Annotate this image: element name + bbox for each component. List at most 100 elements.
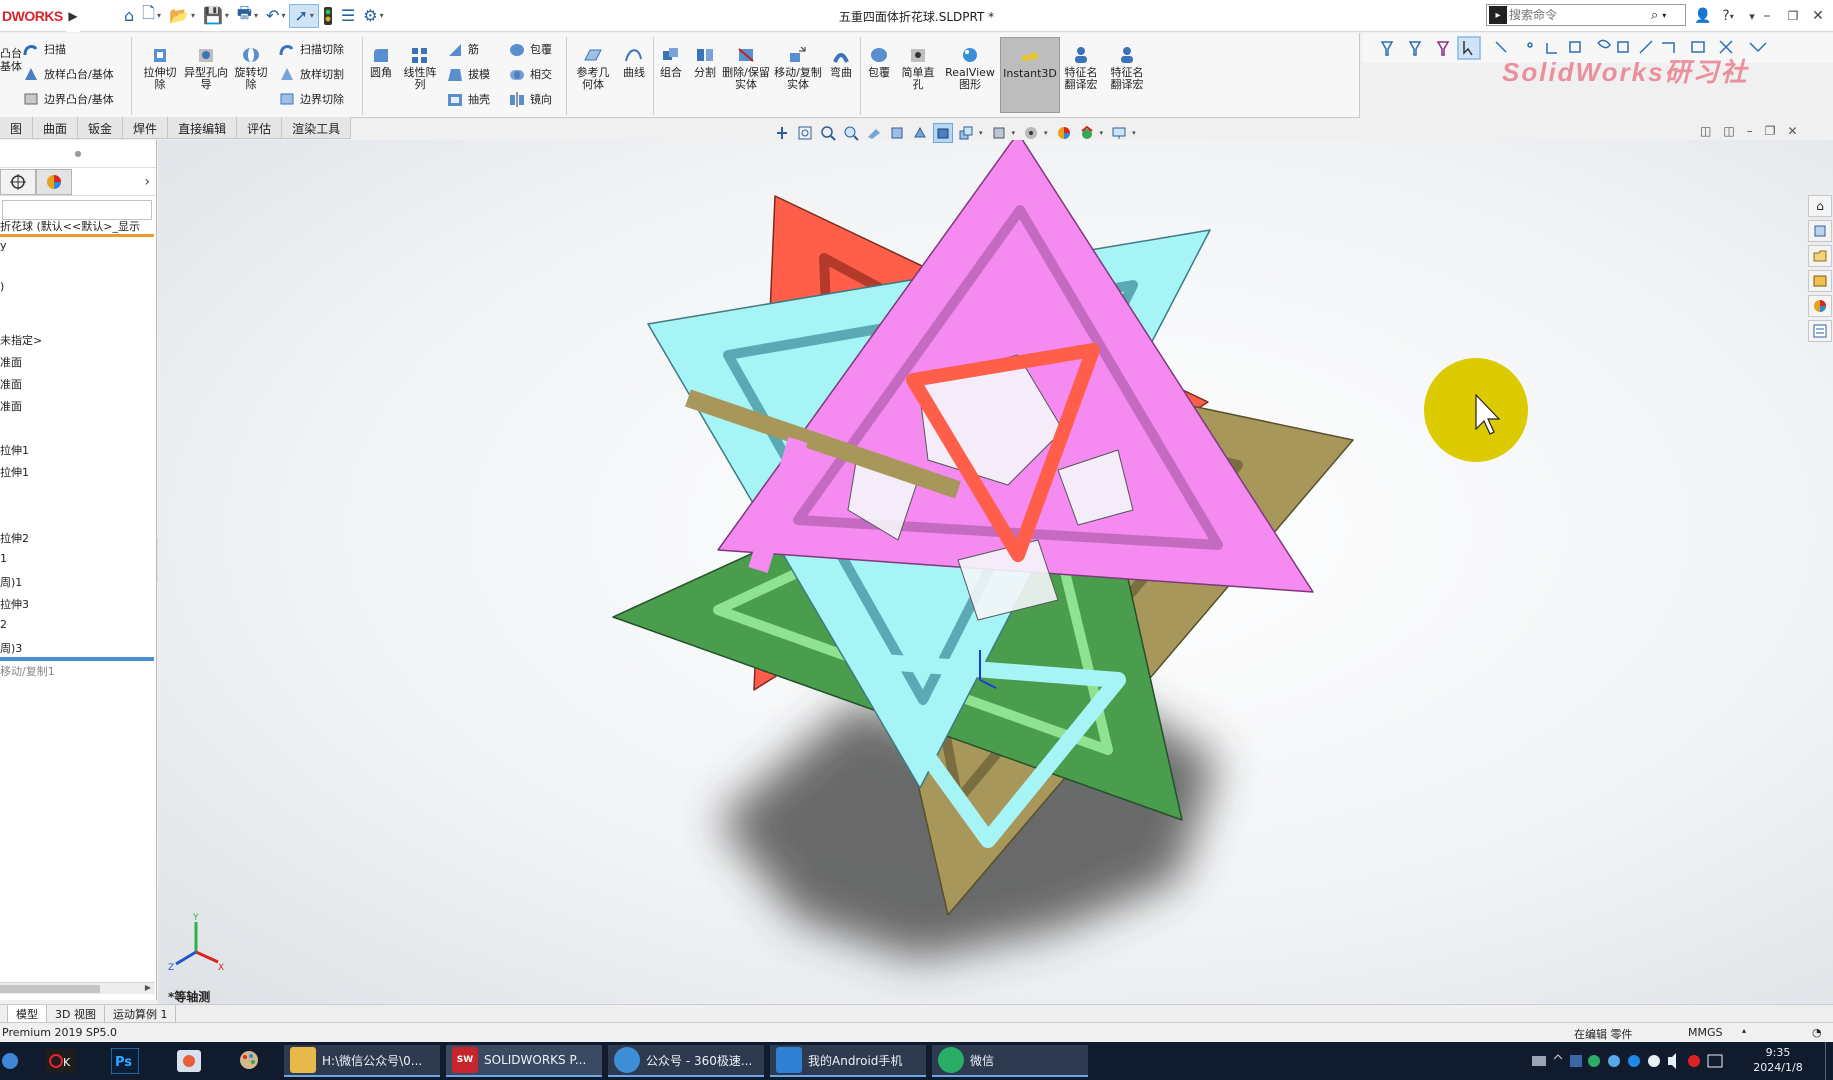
tree-item-feature[interactable]: 周)3	[0, 640, 22, 656]
custom-properties-icon[interactable]	[1808, 320, 1832, 342]
intersect-button[interactable]: 相交	[508, 66, 552, 82]
home-icon[interactable]: ⌂	[1808, 195, 1832, 217]
obs-app-icon[interactable]: K	[44, 1046, 78, 1076]
dropdown-arrow-icon[interactable]: ▾	[1132, 129, 1136, 137]
shaded-with-edges-icon[interactable]	[933, 123, 953, 143]
tree-item-feature[interactable]: 拉伸3	[0, 596, 29, 612]
minimize-button[interactable]: –	[1756, 4, 1778, 28]
system-tray-icons[interactable]	[1528, 1051, 1738, 1071]
tree-item-feature[interactable]: 周)1	[0, 574, 22, 590]
revolved-cut-button[interactable]: 旋转切除	[230, 45, 272, 91]
home-icon[interactable]: ⌂	[120, 4, 138, 28]
extruded-cut-button[interactable]: 拉伸切除	[140, 45, 180, 91]
tree-item[interactable]: )	[0, 280, 4, 293]
sweep-button[interactable]: 扫描	[22, 41, 66, 57]
view-settings-monitor-icon[interactable]	[1109, 123, 1129, 143]
flex-button[interactable]: 弯曲	[826, 45, 856, 79]
tree-filter-input[interactable]	[2, 200, 152, 220]
options-gear-icon[interactable]: ⚙ ▾	[359, 4, 387, 28]
status-options-icon[interactable]: ◔	[1812, 1026, 1822, 1039]
tree-item-feature[interactable]: 2	[0, 618, 7, 631]
display-style-icon[interactable]	[910, 123, 930, 143]
paint-app-icon[interactable]	[234, 1046, 268, 1076]
zoom-to-area-icon[interactable]	[795, 123, 815, 143]
maximize-button[interactable]: ❐	[1782, 4, 1804, 28]
user-account-icon[interactable]: 👤	[1694, 4, 1712, 28]
tab-sheet-metal[interactable]: 钣金	[78, 117, 124, 139]
tree-item-feature[interactable]: 拉伸1	[0, 464, 29, 480]
curves-button[interactable]: 曲线	[618, 45, 650, 79]
dimxpert-tab[interactable]	[0, 168, 36, 195]
tree-item-feature[interactable]: 拉伸1	[0, 442, 29, 458]
tree-item-feature[interactable]: 拉伸2	[0, 530, 29, 546]
hide-show-items-icon[interactable]	[956, 123, 976, 143]
taskbar-app-browser[interactable]: 公众号 - 360极速...	[608, 1045, 764, 1077]
view-palette-icon[interactable]	[1808, 270, 1832, 292]
search-icon[interactable]: ⌕	[1651, 8, 1658, 23]
display-manager-tab[interactable]	[36, 168, 72, 195]
boss-base-left-button[interactable]: 凸台 基体	[0, 47, 22, 73]
design-library-icon[interactable]	[1808, 220, 1832, 242]
select-pointer-button[interactable]: ➚ ▾	[289, 3, 319, 28]
help-icon[interactable]: ? ▾	[1716, 4, 1740, 28]
hole-wizard-button[interactable]: 异型孔向导	[184, 45, 228, 91]
dropdown-arrow-icon[interactable]: ▾	[979, 129, 983, 137]
apply-scene-icon[interactable]	[1021, 123, 1041, 143]
rib-button[interactable]: 筋	[446, 41, 479, 57]
wrap2-button[interactable]: 包覆	[864, 45, 894, 79]
undo-button[interactable]: ↶ ▾	[262, 4, 289, 28]
split-button[interactable]: 分割	[690, 45, 720, 79]
search-dropdown-icon[interactable]: ▾	[1662, 11, 1666, 20]
tab-render-tools[interactable]: 渲染工具	[282, 117, 352, 139]
close-button[interactable]: ✕	[1806, 4, 1830, 28]
dropdown-arrow-icon[interactable]: ▾	[1012, 129, 1016, 137]
swept-cut-button[interactable]: 扫描切除	[278, 41, 344, 57]
fillet-button[interactable]: 圆角	[366, 45, 396, 79]
tab-features[interactable]: 图	[0, 117, 34, 139]
boundary-cut-button[interactable]: 边界切除	[278, 91, 344, 107]
viewport-minimize-icon[interactable]: –	[1747, 124, 1753, 138]
file-properties-icon[interactable]: ☰	[337, 4, 359, 28]
file-explorer-icon[interactable]	[1808, 245, 1832, 267]
tree-root-part[interactable]: 折花球 (默认<<默认>_显示	[0, 218, 154, 237]
print-button[interactable]: 🖶 ▾	[233, 3, 262, 28]
tree-item-material[interactable]: 未指定>	[0, 332, 42, 348]
dropdown-arrow-icon[interactable]: ▾	[1100, 129, 1104, 137]
split-view-right-icon[interactable]: ◫	[1723, 124, 1734, 138]
start-button[interactable]	[0, 1046, 20, 1076]
scrollbar-thumb[interactable]	[0, 985, 100, 993]
tree-item-feature[interactable]: 1	[0, 552, 7, 565]
edit-appearance-icon[interactable]	[989, 123, 1009, 143]
save-button[interactable]: 💾 ▾	[199, 4, 233, 28]
search-commands-box[interactable]: ▸ ⌕ ▾	[1486, 4, 1686, 26]
feature-translate-macro2-button[interactable]: 特征名翻译宏	[1106, 45, 1148, 91]
reference-geometry-button[interactable]: 参考几何体	[572, 45, 614, 91]
solidworks-logo[interactable]: DWORKS	[0, 0, 66, 32]
zoom-to-fit-icon[interactable]	[772, 123, 792, 143]
linear-pattern-button[interactable]: 线性阵列	[400, 45, 440, 91]
photoshop-icon[interactable]: Ps	[108, 1046, 142, 1076]
utility-app-icon[interactable]	[172, 1046, 206, 1076]
feature-translate-macro1-button[interactable]: 特征名翻译宏	[1060, 45, 1102, 91]
split-view-left-icon[interactable]: ◫	[1700, 124, 1711, 138]
loft-boss-button[interactable]: 放样凸台/基体	[22, 66, 114, 82]
simple-hole-button[interactable]: 简单直孔	[898, 45, 938, 91]
taskbar-app-explorer[interactable]: H:\微信公众号\0...	[284, 1045, 440, 1077]
shell-button[interactable]: 抽壳	[446, 91, 490, 107]
search-input[interactable]	[1509, 8, 1649, 22]
realview-button[interactable]: RealView图形	[944, 45, 996, 91]
tree-item-plane[interactable]: 准面	[0, 398, 22, 414]
rebuild-icon[interactable]	[319, 4, 337, 28]
taskbar-app-solidworks[interactable]: SW SOLIDWORKS P...	[446, 1045, 602, 1077]
show-desktop-button[interactable]	[1825, 1042, 1833, 1080]
lofted-cut-button[interactable]: 放样切割	[278, 66, 344, 82]
scroll-right-arrow-icon[interactable]: ▶	[145, 983, 151, 992]
units-selector[interactable]: MMGS	[1688, 1026, 1723, 1039]
tree-item[interactable]: y	[0, 239, 7, 252]
graphics-viewport[interactable]	[158, 140, 1833, 1004]
tree-item-plane[interactable]: 准面	[0, 354, 22, 370]
tab-model[interactable]: 模型	[8, 1005, 47, 1023]
mirror-button[interactable]: 镜向	[508, 91, 552, 107]
open-document-button[interactable]: 📂 ▾	[165, 4, 199, 28]
dynamic-annotation-icon[interactable]	[864, 123, 884, 143]
